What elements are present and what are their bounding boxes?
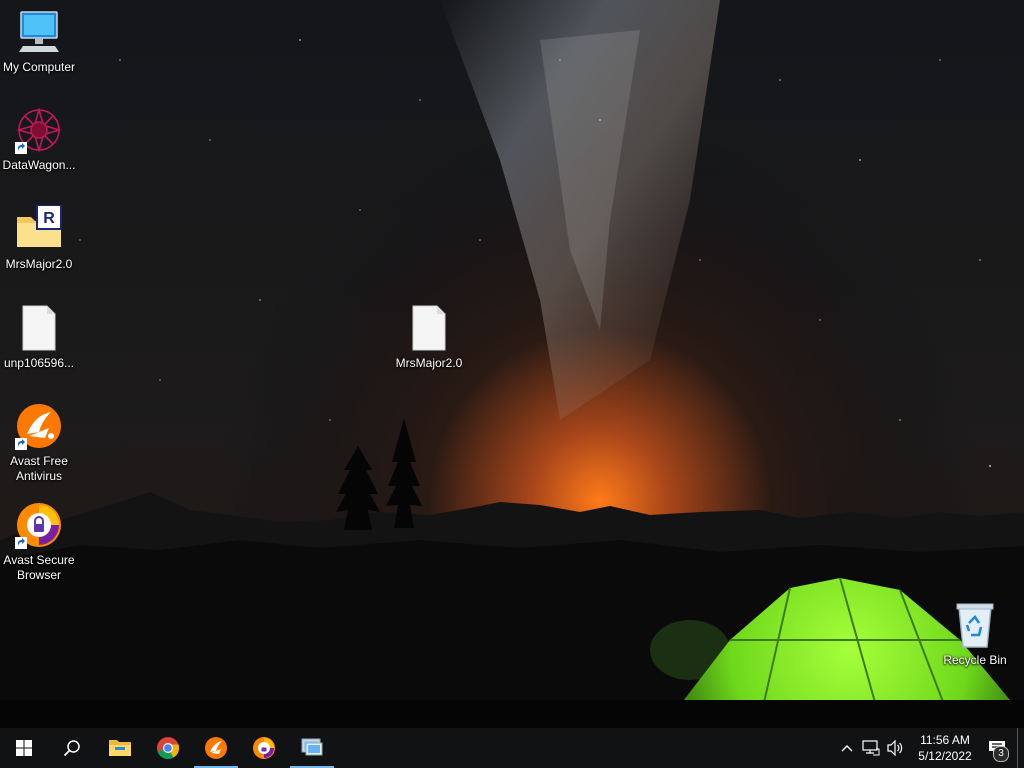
volume-button[interactable] (883, 728, 907, 768)
system-tray: 11:56 AM 5/12/2022 3 (835, 728, 1024, 768)
chevron-up-icon (841, 745, 853, 752)
windows-start-icon (16, 740, 32, 756)
desktop: My Computer DataWagon... R MrsMajor2.0 u… (0, 0, 1024, 728)
desktop-icon-recycle-bin[interactable]: Recycle Bin (937, 601, 1013, 668)
shortcut-arrow-icon (15, 537, 27, 549)
network-icon (862, 740, 880, 756)
desktop-icon-label: DataWagon... (2, 158, 76, 172)
taskbar-remote-desktop[interactable] (288, 728, 336, 768)
desktop-icon-label: MrsMajor2.0 (395, 356, 463, 370)
desktop-icon-mrsmajor-archive[interactable]: R MrsMajor2.0 (1, 205, 77, 272)
desktop-icon-avast-secure-browser[interactable]: Avast Secure Browser (1, 501, 77, 583)
desktop-icon-label: Avast Free Antivirus (10, 454, 68, 483)
desktop-icon-label: MrsMajor2.0 (5, 257, 73, 271)
shortcut-arrow-icon (15, 142, 27, 154)
taskbar-chrome[interactable] (144, 728, 192, 768)
notification-count-badge: 3 (993, 746, 1009, 762)
taskbar-avast-antivirus[interactable] (192, 728, 240, 768)
desktop-icon-label: Avast Secure Browser (3, 553, 75, 582)
desktop-icon-my-computer[interactable]: My Computer (1, 8, 77, 75)
desktop-icon-avast-free-antivirus[interactable]: Avast Free Antivirus (1, 402, 77, 484)
search-button[interactable] (48, 728, 96, 768)
archive-folder-icon: R (17, 205, 62, 247)
svg-text:R: R (43, 210, 55, 227)
shortcut-arrow-icon (15, 438, 27, 450)
clock-time: 11:56 AM (920, 733, 970, 747)
desktop-icon-unp-file[interactable]: unp106596... (1, 304, 77, 371)
taskbar-avast-browser[interactable] (240, 728, 288, 768)
clock[interactable]: 11:56 AM 5/12/2022 (913, 728, 977, 768)
computer-icon (19, 11, 59, 52)
show-desktop-button[interactable] (1017, 728, 1024, 768)
file-explorer-icon (109, 740, 131, 756)
wallpaper-night-sky-camping (0, 0, 1024, 728)
file-icon (412, 305, 446, 351)
avast-browser-icon (253, 737, 275, 759)
volume-icon (887, 740, 903, 756)
network-button[interactable] (859, 728, 883, 768)
start-button[interactable] (0, 728, 48, 768)
remote-desktop-icon (301, 738, 323, 756)
avast-antivirus-icon (205, 737, 227, 759)
desktop-icon-datawagon[interactable]: DataWagon... (1, 106, 77, 173)
chrome-icon (157, 737, 180, 760)
taskbar: 11:56 AM 5/12/2022 3 (0, 728, 1024, 768)
desktop-icon-label: Recycle Bin (943, 653, 1007, 667)
desktop-icon-label: unp106596... (3, 356, 75, 370)
taskbar-file-explorer[interactable] (96, 728, 144, 768)
recycle-bin-icon (956, 603, 994, 648)
file-icon (22, 305, 56, 351)
desktop-icon-label: My Computer (2, 60, 76, 74)
action-center-button[interactable]: 3 (977, 728, 1017, 768)
search-icon (63, 740, 80, 757)
clock-date: 5/12/2022 (918, 749, 972, 763)
show-hidden-icons-button[interactable] (835, 728, 859, 768)
desktop-icon-mrsmajor-file[interactable]: MrsMajor2.0 (391, 304, 467, 371)
